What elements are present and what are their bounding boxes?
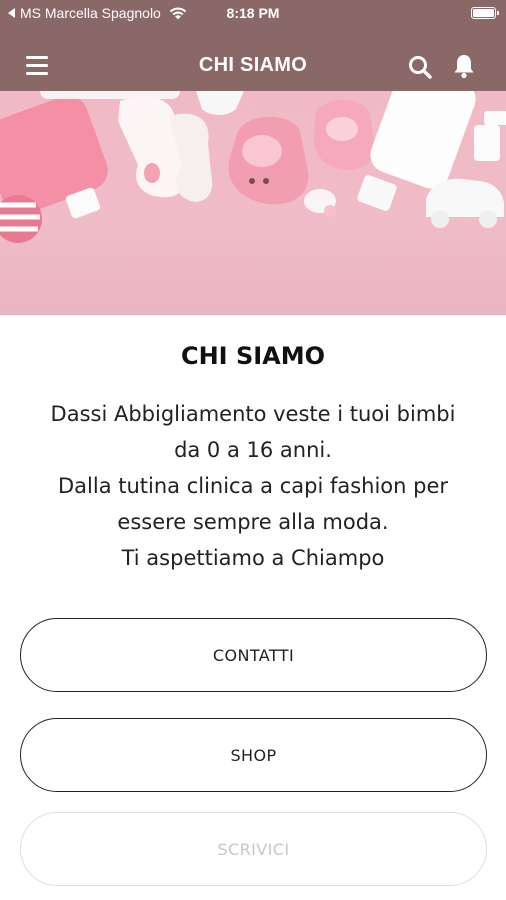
about-line-4: essere sempre alla moda. bbox=[117, 510, 389, 534]
scrivici-button[interactable]: SCRIVICI bbox=[20, 812, 487, 886]
contatti-button[interactable]: CONTATTI bbox=[20, 618, 487, 692]
search-icon[interactable] bbox=[407, 54, 433, 80]
status-time: 8:18 PM bbox=[226, 5, 280, 21]
about-line-5: Ti aspettiamo a Chiampo bbox=[121, 546, 385, 570]
bell-icon[interactable] bbox=[452, 53, 476, 79]
shop-button[interactable]: SHOP bbox=[20, 718, 487, 792]
about-line-2: da 0 a 16 anni. bbox=[174, 438, 332, 462]
about-line-3: Dalla tutina clinica a capi fashion per bbox=[57, 474, 449, 498]
baby-products-illustration bbox=[0, 91, 506, 243]
status-bar: MS Marcella Spagnolo 8:18 PM bbox=[0, 0, 506, 28]
battery-icon bbox=[471, 7, 499, 19]
app-bar: CHI SIAMO bbox=[0, 28, 506, 91]
section-title: CHI SIAMO bbox=[180, 342, 326, 370]
about-line-1: Dassi Abbigliamento veste i tuoi bimbi bbox=[50, 402, 456, 426]
about-text: Dassi Abbigliamento veste i tuoi bimbi d… bbox=[10, 396, 496, 576]
hero-image bbox=[0, 91, 506, 315]
